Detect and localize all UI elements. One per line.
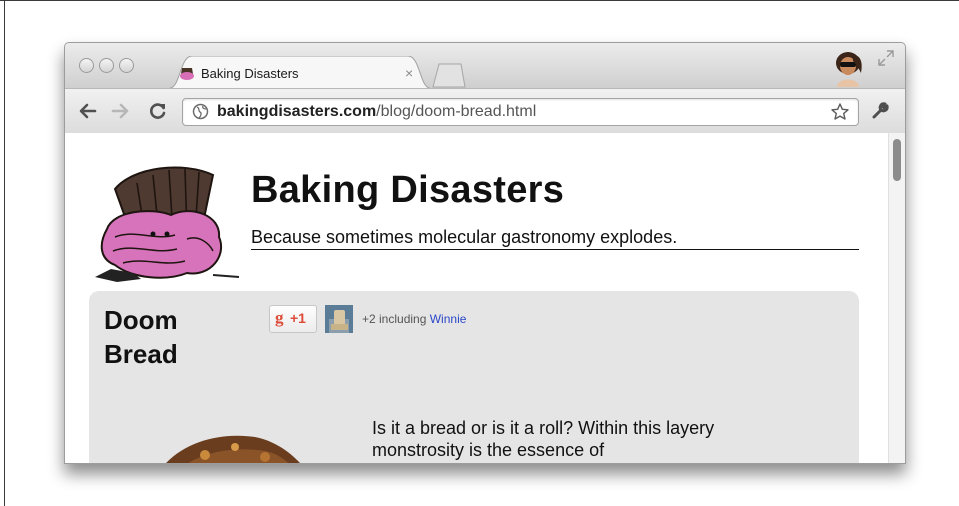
forward-arrow-icon bbox=[111, 103, 129, 119]
page-content: Baking Disasters Because sometimes molec… bbox=[65, 133, 905, 463]
globe-icon bbox=[192, 103, 209, 120]
wrench-icon bbox=[872, 102, 889, 119]
screenshot-border-top bbox=[0, 0, 959, 1]
post-title-line-2: Bread bbox=[104, 339, 178, 369]
back-arrow-icon bbox=[79, 103, 97, 119]
url-text: bakingdisasters.com/blog/doom-bread.html bbox=[217, 103, 536, 121]
collapsed-cupcake-logo bbox=[95, 166, 240, 282]
site-favicon-icon bbox=[180, 68, 194, 80]
window-zoom-button[interactable] bbox=[119, 58, 134, 73]
plus-one-label: +1 bbox=[290, 310, 306, 326]
browser-window: Baking Disasters × bakingdisasters.com/b… bbox=[64, 42, 906, 464]
reload-icon bbox=[150, 103, 166, 119]
url-path: /blog/doom-bread.html bbox=[376, 103, 537, 120]
scrollbar-thumb[interactable] bbox=[893, 139, 901, 181]
google-g-icon: g bbox=[275, 308, 284, 327]
window-minimize-button[interactable] bbox=[99, 58, 114, 73]
plus-one-friend-link[interactable]: Winnie bbox=[430, 312, 467, 326]
browser-toolbar: bakingdisasters.com/blog/doom-bread.html bbox=[65, 88, 905, 134]
site-title[interactable]: Baking Disasters bbox=[251, 169, 564, 212]
window-close-button[interactable] bbox=[79, 58, 94, 73]
friend-profile-thumbnail[interactable] bbox=[325, 305, 353, 333]
profile-avatar[interactable] bbox=[831, 49, 865, 87]
forward-button[interactable] bbox=[105, 89, 135, 133]
plus-one-summary: +2 including Winnie bbox=[362, 312, 466, 326]
back-button[interactable] bbox=[73, 89, 103, 133]
vertical-scrollbar[interactable] bbox=[888, 133, 905, 463]
address-bar[interactable]: bakingdisasters.com/blog/doom-bread.html bbox=[182, 98, 859, 126]
blog-post-card: Doom Bread g +1 +2 including Winnie Is i… bbox=[89, 291, 859, 463]
settings-button[interactable] bbox=[865, 89, 895, 133]
google-plus-one-button[interactable]: g +1 bbox=[269, 305, 317, 333]
post-title-line-1: Doom bbox=[104, 305, 178, 335]
reload-button[interactable] bbox=[143, 89, 173, 133]
site-tagline: Because sometimes molecular gastronomy e… bbox=[251, 227, 859, 250]
post-body-text: Is it a bread or is it a roll? Within th… bbox=[372, 418, 715, 460]
tab-title: Baking Disasters bbox=[201, 66, 299, 81]
title-bar: Baking Disasters × bbox=[65, 43, 905, 89]
screenshot-border-left bbox=[4, 0, 5, 506]
plus-one-count-text: +2 including bbox=[362, 312, 427, 326]
star-icon[interactable] bbox=[830, 102, 850, 122]
post-title[interactable]: Doom Bread bbox=[104, 303, 178, 371]
tab-close-icon[interactable]: × bbox=[405, 65, 413, 81]
url-domain: bakingdisasters.com bbox=[217, 103, 377, 120]
new-tab-button[interactable] bbox=[431, 62, 467, 88]
fullscreen-icon[interactable] bbox=[877, 49, 895, 67]
doom-bread-photo bbox=[166, 435, 300, 463]
